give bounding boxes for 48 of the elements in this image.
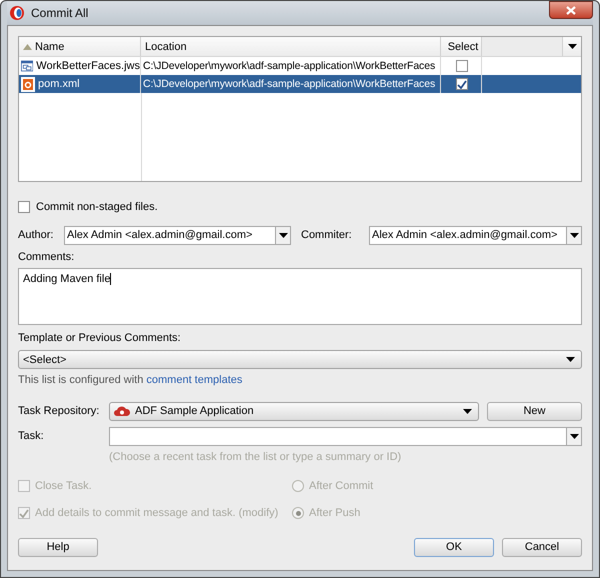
field-label: Template or Previous Comments: bbox=[18, 332, 182, 346]
dropdown-arrow-icon bbox=[463, 408, 472, 414]
comment-templates-link[interactable]: comment templates bbox=[146, 374, 242, 386]
sort-ascending-icon bbox=[23, 44, 32, 50]
author-combo-box[interactable]: Alex Admin <alex.admin@gmail.com> bbox=[64, 226, 291, 244]
workspace-icon bbox=[21, 59, 34, 73]
table-cell: C:\JDeveloper\mywork\adf-sample-application\WorkBetterFaces bbox=[141, 75, 441, 93]
close-button[interactable] bbox=[549, 1, 593, 19]
file-icon bbox=[21, 76, 35, 92]
app-logo-icon bbox=[9, 5, 25, 21]
checkbox-label: Commit non-staged files. bbox=[36, 201, 158, 213]
dropdown-arrow-icon bbox=[570, 434, 578, 438]
committer-combo-box[interactable]: Alex Admin <alex.admin@gmail.com> bbox=[369, 226, 582, 244]
new-button[interactable]: New bbox=[487, 402, 582, 420]
column-header[interactable]: Location bbox=[141, 37, 441, 56]
cloud-icon bbox=[114, 405, 130, 417]
select-checkbox[interactable] bbox=[456, 60, 468, 72]
field-label: Comments: bbox=[18, 251, 76, 265]
template-dropdown[interactable]: <Select> bbox=[18, 350, 582, 369]
checkbox-label: Close Task. bbox=[35, 480, 92, 492]
table-cell: pom.xml bbox=[19, 75, 141, 93]
checkmark-icon bbox=[457, 80, 467, 88]
checkmark-icon bbox=[19, 508, 29, 518]
cancel-button[interactable]: Cancel bbox=[502, 538, 582, 556]
help-button[interactable]: Help bbox=[18, 538, 98, 556]
checkbox[interactable] bbox=[18, 201, 30, 213]
field-label: Task: bbox=[18, 430, 45, 442]
task-combo-box[interactable] bbox=[109, 426, 582, 446]
field-label: Task Repository: bbox=[18, 405, 100, 417]
dropdown-arrow-icon bbox=[568, 44, 576, 49]
hint-text: (Choose a recent task from the list or type a summary or ID) bbox=[109, 451, 402, 463]
window-title: Commit All bbox=[31, 6, 88, 20]
field-label: Commiter: bbox=[301, 229, 353, 241]
field-label: Author: bbox=[18, 229, 54, 241]
info-text: This list is configured with bbox=[18, 374, 144, 386]
column-header[interactable]: Name bbox=[19, 37, 141, 56]
dropdown-arrow-icon bbox=[566, 357, 575, 362]
comments-text-area[interactable]: Adding Maven file bbox=[18, 268, 582, 325]
dropdown-arrow-icon bbox=[278, 232, 288, 238]
ok-button[interactable]: OK bbox=[414, 538, 494, 556]
close-icon bbox=[566, 6, 576, 14]
radio-label: After Commit bbox=[309, 480, 374, 492]
file-row[interactable]: pom.xml C:\JDeveloper\mywork\adf-sample-application\WorkBetterFaces bbox=[19, 75, 581, 93]
select-checkbox[interactable] bbox=[456, 78, 468, 90]
task-repository-dropdown[interactable]: ADF Sample Application bbox=[109, 402, 479, 420]
radio-label: After Push bbox=[309, 507, 360, 519]
dropdown-arrow-icon bbox=[570, 232, 578, 238]
checkbox-label: Add details to commit message and task. (modify) bbox=[35, 507, 278, 519]
